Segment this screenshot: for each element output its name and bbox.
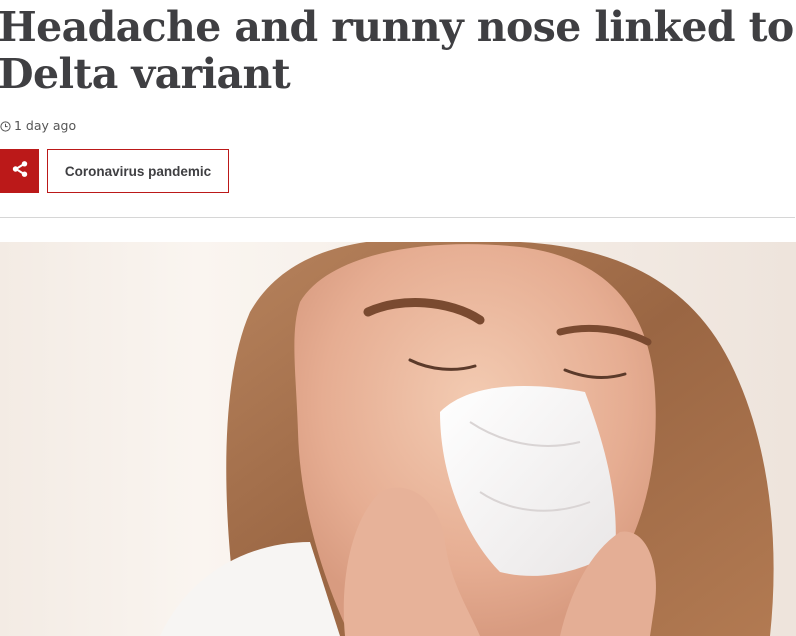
divider: [0, 217, 795, 218]
share-icon: [11, 160, 29, 182]
clock-icon: [0, 120, 11, 132]
hero-image: [0, 242, 796, 636]
share-button[interactable]: [0, 149, 39, 193]
timestamp-text: 1 day ago: [14, 117, 77, 133]
article-headline: Headache and runny nose linked to Delta …: [0, 3, 794, 98]
article-timestamp: 1 day ago: [0, 116, 76, 134]
topic-tag-link[interactable]: Coronavirus pandemic: [47, 149, 229, 193]
